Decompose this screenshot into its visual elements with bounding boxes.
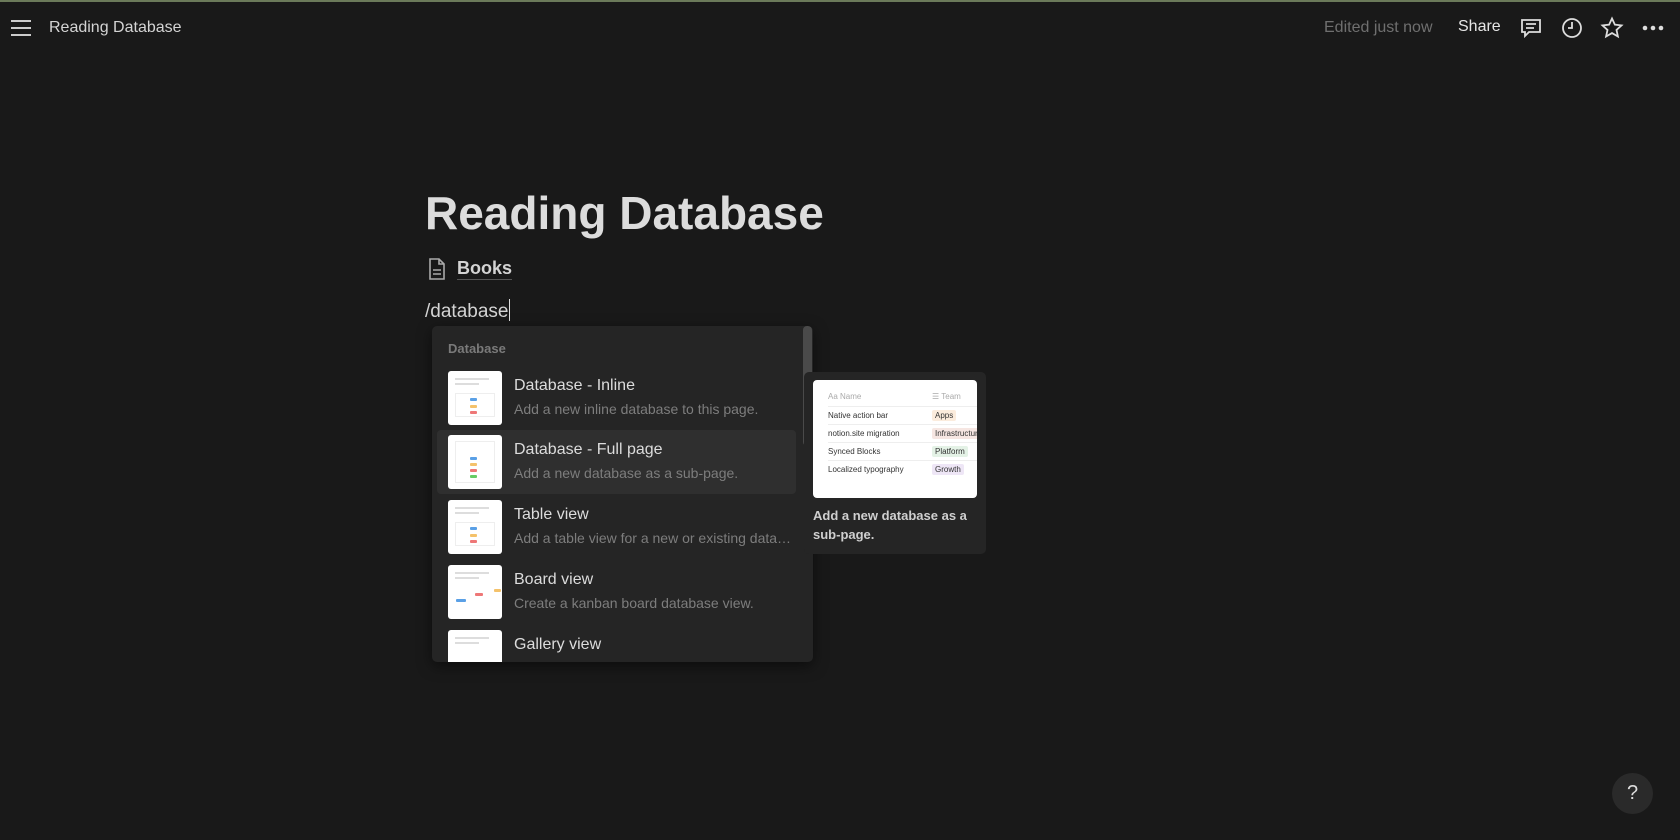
preview-row-name: notion.site migration [828, 429, 900, 438]
page-title[interactable]: Reading Database [425, 186, 824, 240]
edited-status: Edited just now [1324, 19, 1433, 36]
subpage-link-books[interactable]: Books [427, 258, 513, 280]
preview-row-name: Localized typography [828, 465, 904, 474]
preview-row-name: Native action bar [828, 411, 889, 420]
preview-row: Native action bar Apps [828, 406, 977, 424]
help-button[interactable]: ? [1612, 773, 1653, 814]
menu-item-database-full-page[interactable]: Database - Full page Add a new database … [437, 430, 796, 494]
history-clock-icon[interactable] [1560, 16, 1584, 40]
preview-row-name: Synced Blocks [828, 447, 881, 456]
preview-row-tag: Infrastructure [932, 428, 977, 439]
share-button[interactable]: Share [1458, 18, 1501, 36]
menu-item-table-view[interactable]: Table view Add a table view for a new or… [437, 495, 796, 559]
database-preview-image: Aa Name ☰ Team Native action bar Apps noti… [813, 380, 977, 498]
more-options-icon[interactable] [1641, 16, 1665, 40]
menu-item-database-inline[interactable]: Database - Inline Add a new inline datab… [437, 366, 796, 430]
menu-item-description: Add a new inline database to this page. [514, 401, 759, 417]
page-icon [429, 258, 445, 280]
table-view-thumbnail [448, 500, 502, 554]
database-full-page-thumbnail [448, 435, 502, 489]
preview-caption: Add a new database as a sub-page. [813, 508, 967, 542]
top-bar: Reading Database Edited just now Share [0, 2, 1680, 54]
menu-section-label: Database [448, 341, 506, 356]
menu-item-title: Gallery view [514, 636, 602, 653]
comment-icon[interactable] [1519, 16, 1543, 40]
preview-row: Localized typography Growth [828, 460, 977, 478]
slash-command-menu: Database Database - Inline Add a new inl… [432, 326, 813, 662]
gallery-view-thumbnail [448, 630, 502, 662]
preview-column-team: ☰ Team [932, 392, 961, 401]
subpage-title: Books [457, 258, 513, 280]
preview-row-tag: Apps [932, 410, 957, 421]
menu-item-title: Table view [514, 506, 589, 523]
menu-item-description: Create a kanban board database view. [514, 595, 754, 611]
preview-column-name: Aa Name [828, 392, 862, 401]
preview-row-tag: Platform [932, 446, 968, 457]
menu-item-title: Database - Full page [514, 441, 663, 458]
command-input[interactable]: /database [425, 299, 510, 323]
menu-item-title: Board view [514, 571, 594, 588]
menu-item-description: Add a new database as a sub-page. [514, 465, 739, 481]
menu-item-title: Database - Inline [514, 377, 635, 394]
menu-icon[interactable] [11, 20, 31, 36]
database-inline-thumbnail [448, 371, 502, 425]
breadcrumb-page-title[interactable]: Reading Database [49, 19, 182, 37]
menu-item-board-view[interactable]: Board view Create a kanban board databas… [437, 560, 796, 624]
menu-item-gallery-view[interactable]: Gallery view [437, 625, 796, 662]
board-view-thumbnail [448, 565, 502, 619]
menu-item-description: Add a table view for a new or existing d… [514, 530, 794, 546]
menu-item-preview-tooltip: Aa Name ☰ Team Native action bar Apps noti… [804, 372, 986, 554]
preview-row: Synced Blocks Platform [828, 442, 977, 460]
preview-row: notion.site migration Infrastructure [828, 424, 977, 442]
preview-row-tag: Growth [932, 464, 964, 475]
favorite-star-icon[interactable] [1600, 16, 1624, 40]
